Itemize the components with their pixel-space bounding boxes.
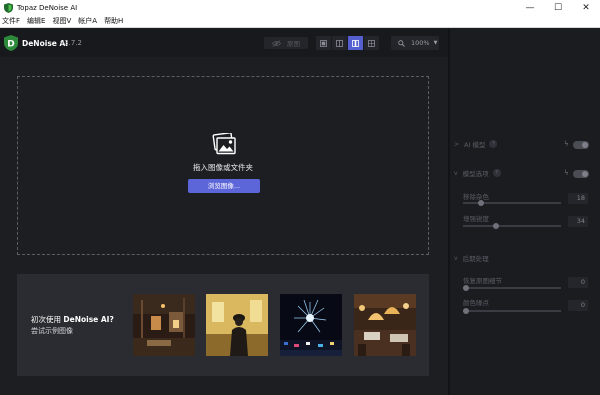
chevron-down-icon: v xyxy=(454,169,458,177)
close-button[interactable]: ✕ xyxy=(572,0,600,15)
zoom-magnifier-icon xyxy=(398,39,405,47)
first-time-prefix: 初次使用 xyxy=(31,315,64,324)
side-by-side-view-button[interactable] xyxy=(348,36,363,50)
model-options-header[interactable]: v 模型选项 ? xyxy=(454,168,501,178)
sharpen-value[interactable]: 34 xyxy=(568,216,588,227)
help-icon[interactable]: ? xyxy=(489,140,498,148)
lightning-icon: ϟ xyxy=(564,169,569,177)
settings-panel: > AI 模型 ? ϟ v 模型选项 ? ϟ 移除杂色 18 增强锐度 34 v… xyxy=(450,29,600,395)
menu-edit[interactable]: 编辑E xyxy=(27,16,45,26)
remove-noise-label: 移除杂色 xyxy=(463,193,489,201)
menu-bar: 文件F 编辑E 视图V 帐户A 帮助H xyxy=(0,15,600,28)
single-view-button[interactable] xyxy=(316,36,331,50)
model-options-title: 模型选项 xyxy=(462,170,489,178)
sample-thumbnail-restaurant[interactable] xyxy=(354,294,416,356)
help-icon[interactable]: ? xyxy=(492,169,501,177)
original-preview-label: 原图 xyxy=(287,40,300,48)
images-icon xyxy=(212,133,236,155)
remove-noise-slider[interactable] xyxy=(463,200,561,206)
first-time-prompt: 初次使用 DeNoise AI? xyxy=(31,314,114,325)
svg-text:D: D xyxy=(7,40,14,50)
topaz-app-icon xyxy=(4,2,13,13)
grid-view-icon xyxy=(368,39,375,47)
color-noise-label: 颜色噪点 xyxy=(463,299,489,307)
color-noise-slider[interactable] xyxy=(463,308,561,314)
ai-model-toggle[interactable] xyxy=(573,141,589,149)
ai-model-header[interactable]: > AI 模型 ? xyxy=(454,139,498,149)
recover-detail-slider[interactable] xyxy=(463,285,561,291)
menu-view[interactable]: 视图V xyxy=(52,16,71,26)
first-time-brand: DeNoise AI? xyxy=(63,315,114,324)
sample-thumbnail-fireworks[interactable] xyxy=(280,294,342,356)
slider-knob[interactable] xyxy=(478,200,484,206)
maximize-button[interactable]: ☐ xyxy=(544,0,572,15)
image-drop-zone[interactable]: 拖入图像或文件夹 浏览图像... xyxy=(17,76,429,255)
sample-images-panel: 初次使用 DeNoise AI? 尝试示例图像 xyxy=(17,274,429,376)
sharpen-slider[interactable] xyxy=(463,223,561,229)
slider-knob[interactable] xyxy=(463,308,469,314)
menu-file[interactable]: 文件F xyxy=(2,16,20,26)
app-version: v3.7.2 xyxy=(60,39,82,47)
recover-detail-label: 恢复原图细节 xyxy=(463,277,502,285)
eye-off-icon xyxy=(272,39,281,47)
remove-noise-value[interactable]: 18 xyxy=(568,193,588,204)
chevron-down-icon: v xyxy=(454,254,458,262)
menu-help[interactable]: 帮助H xyxy=(104,16,123,26)
sample-thumbnail-archway[interactable] xyxy=(206,294,268,356)
recover-detail-value[interactable]: 0 xyxy=(568,277,588,288)
browse-images-button[interactable]: 浏览图像... xyxy=(188,179,260,193)
main-workspace: 拖入图像或文件夹 浏览图像... 初次使用 DeNoise AI? 尝试示例图像 xyxy=(0,57,448,395)
view-mode-group xyxy=(316,36,382,50)
model-options-toggle[interactable] xyxy=(573,170,589,178)
ai-model-title: AI 模型 xyxy=(464,141,486,149)
drop-instructions: 拖入图像或文件夹 xyxy=(193,163,253,172)
slider-knob[interactable] xyxy=(493,223,499,229)
zoom-value: 100% xyxy=(411,39,430,47)
color-noise-value[interactable]: 0 xyxy=(568,300,588,311)
side-by-side-view-icon xyxy=(352,39,359,47)
sharpen-label: 增强锐度 xyxy=(463,215,489,223)
single-view-icon xyxy=(320,39,327,47)
window-title: Topaz DeNoise AI xyxy=(17,3,78,12)
app-toolbar: D DeNoise AI v3.7.2 原图 100% ▼ xyxy=(0,29,448,57)
chevron-down-icon: ▼ xyxy=(433,40,438,46)
grid-view-button[interactable] xyxy=(364,36,379,50)
split-view-button[interactable] xyxy=(332,36,347,50)
lightning-icon: ϟ xyxy=(564,140,569,148)
post-processing-header[interactable]: v 后期处理 xyxy=(454,253,489,264)
window-title-bar: Topaz DeNoise AI — ☐ ✕ xyxy=(0,0,600,15)
denoise-logo-icon: D xyxy=(4,35,18,51)
original-preview-toggle[interactable]: 原图 xyxy=(264,37,308,49)
window-controls: — ☐ ✕ xyxy=(516,0,600,15)
sample-thumbnail-interior[interactable] xyxy=(133,294,195,356)
post-processing-title: 后期处理 xyxy=(462,255,489,263)
try-samples-text: 尝试示例图像 xyxy=(31,327,73,335)
slider-knob[interactable] xyxy=(463,285,469,291)
split-view-icon xyxy=(336,39,343,47)
zoom-control[interactable]: 100% ▼ xyxy=(391,36,439,50)
chevron-right-icon: > xyxy=(454,140,460,148)
menu-account[interactable]: 帐户A xyxy=(78,16,97,26)
minimize-button[interactable]: — xyxy=(516,0,544,15)
